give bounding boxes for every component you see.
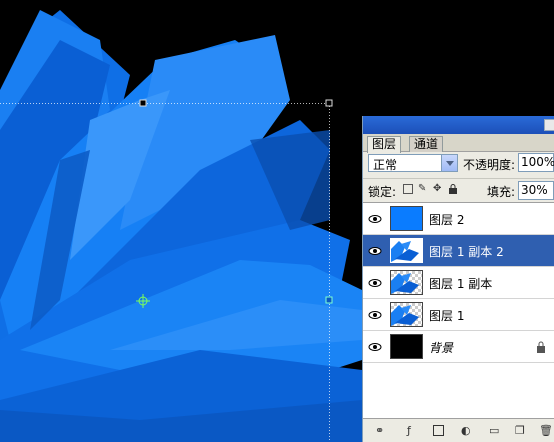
panel-footer: ⚭ ƒ ◐ ▭ ❐ 🗑 (363, 418, 554, 442)
lock-transparent-icon[interactable] (403, 184, 413, 194)
blend-mode-select[interactable]: 正常 (368, 154, 458, 172)
panel-titlebar[interactable] (363, 116, 554, 134)
fill-input[interactable]: 30% (518, 181, 554, 200)
panel-close-button[interactable] (544, 119, 554, 131)
lock-all-icon[interactable] (448, 184, 458, 194)
layer-thumbnail (390, 302, 423, 327)
layer-row[interactable]: 图层 1 (363, 299, 554, 331)
layer-thumbnail (390, 270, 423, 295)
transform-handle[interactable] (325, 99, 333, 107)
link-layers-icon[interactable]: ⚭ (375, 425, 387, 437)
new-layer-icon[interactable]: ❐ (515, 425, 527, 437)
lock-row: 锁定: ✎ ✥ 填充: 30% (363, 178, 554, 201)
lock-icon (537, 341, 545, 353)
layer-mask-icon[interactable] (433, 425, 444, 436)
layer-row[interactable]: 图层 1 副本 (363, 267, 554, 299)
transform-handle[interactable] (139, 99, 147, 107)
tab-layers[interactable]: 图层 (367, 136, 402, 153)
eye-icon[interactable] (367, 339, 383, 355)
layer-thumbnail (390, 334, 423, 359)
blend-row: 正常 不透明度: 100% (363, 152, 554, 178)
lock-brush-icon[interactable]: ✎ (418, 184, 428, 194)
layers-list: 图层 2 图层 1 副本 2 图层 1 副本 图层 1 背景 (363, 202, 554, 419)
layer-name: 图层 1 副本 (429, 277, 493, 291)
eye-icon[interactable] (367, 211, 383, 227)
opacity-input[interactable]: 100% (518, 153, 554, 172)
eye-icon[interactable] (367, 243, 383, 259)
layers-panel: 图层 通道 正常 不透明度: 100% 锁定: ✎ ✥ 填充: 30% 图层 2 (362, 116, 554, 442)
chevron-down-icon[interactable] (441, 155, 457, 171)
layer-row-selected[interactable]: 图层 1 副本 2 (363, 235, 554, 267)
layer-name: 图层 2 (429, 213, 465, 227)
eye-icon[interactable] (367, 275, 383, 291)
layer-row[interactable]: 图层 2 (363, 203, 554, 235)
blend-mode-value: 正常 (373, 158, 398, 172)
layer-style-icon[interactable]: ƒ (407, 425, 419, 437)
panel-tabs: 图层 通道 (363, 134, 554, 153)
new-group-icon[interactable]: ▭ (489, 425, 501, 437)
layer-name: 图层 1 副本 2 (429, 245, 504, 259)
trash-icon[interactable]: 🗑 (539, 425, 553, 437)
layer-name: 背景 (429, 341, 454, 355)
fill-label: 填充: (487, 185, 516, 199)
eye-icon[interactable] (367, 307, 383, 323)
layer-thumbnail (390, 206, 423, 231)
layer-thumbnail (390, 238, 423, 263)
transform-handle[interactable] (325, 296, 333, 304)
adjustment-layer-icon[interactable]: ◐ (461, 425, 473, 437)
layer-name: 图层 1 (429, 309, 465, 323)
lock-label: 锁定: (368, 185, 397, 199)
layer-row-background[interactable]: 背景 (363, 331, 554, 363)
lock-move-icon[interactable]: ✥ (433, 184, 443, 194)
opacity-label: 不透明度: (463, 158, 516, 172)
tab-channels[interactable]: 通道 (409, 136, 444, 152)
